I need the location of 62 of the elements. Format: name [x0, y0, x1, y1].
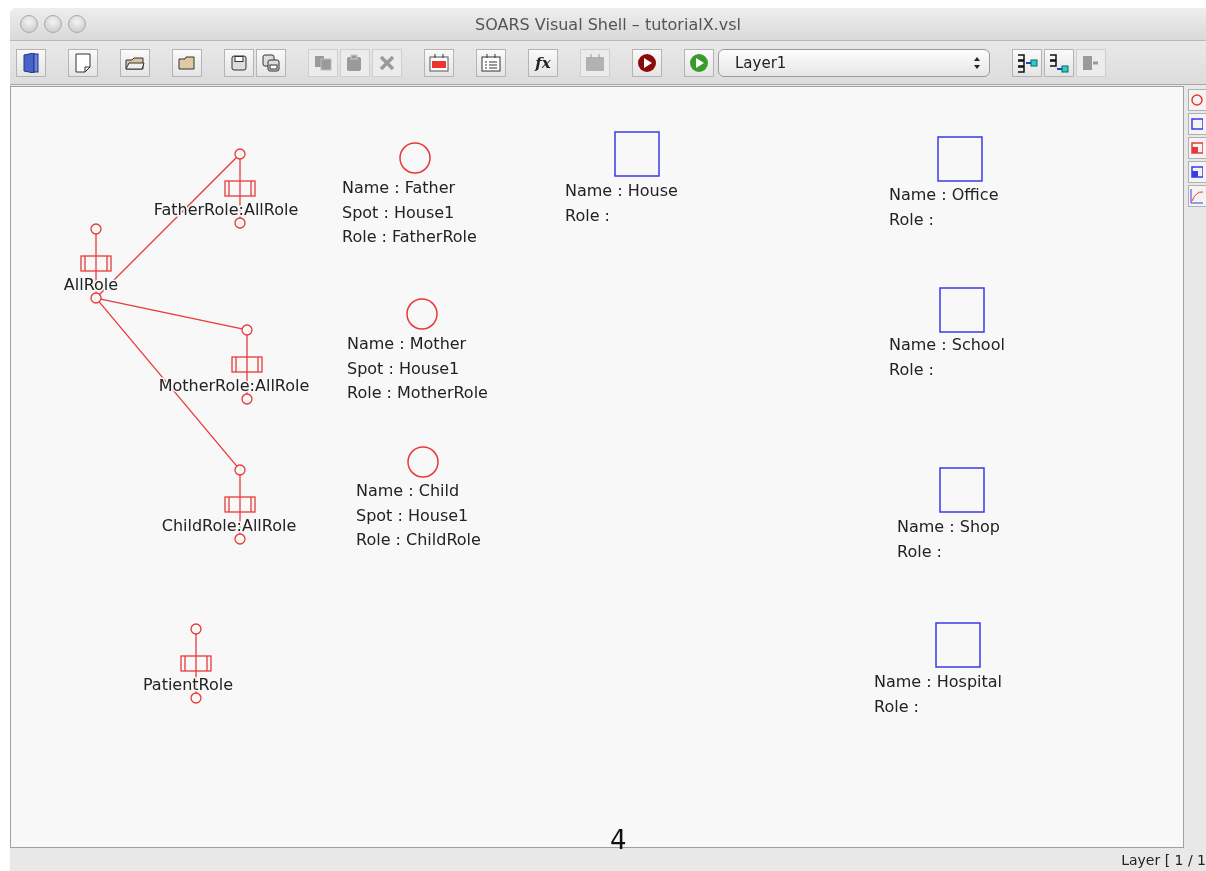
agent-node[interactable]	[406, 298, 438, 330]
calendar-icon	[429, 53, 449, 72]
circle-icon	[1189, 93, 1203, 107]
palette-button[interactable]	[1188, 89, 1206, 111]
play-circle-icon	[689, 52, 709, 73]
spot-label: Role :	[889, 359, 934, 379]
agent-label: Role : FatherRole	[342, 227, 477, 246]
spot-node[interactable]	[937, 136, 983, 182]
spot-node[interactable]	[935, 622, 981, 668]
agent-label: Name : Child	[356, 481, 460, 500]
folder-icon	[125, 55, 145, 70]
calendar-icon	[585, 53, 605, 72]
spot-label: Name : Office	[889, 185, 999, 204]
floppy-disks-icon	[262, 53, 280, 72]
palette-button[interactable]	[1188, 113, 1206, 135]
palette-button[interactable]	[1188, 161, 1206, 183]
spot-label: Role :	[897, 541, 942, 561]
role-icon	[1189, 141, 1203, 155]
toolbar-button[interactable]	[1012, 48, 1042, 77]
spot-label: Role :	[889, 209, 934, 229]
layer-select[interactable]: Layer1	[718, 48, 990, 77]
agent-label: Spot : House1	[356, 505, 469, 525]
play-circle-icon	[637, 52, 657, 73]
agent-label: Spot : House1	[342, 202, 455, 222]
page-number: 4	[610, 825, 627, 855]
toolbar-button[interactable]	[632, 48, 662, 77]
toolbar-button[interactable]	[120, 48, 150, 77]
clipboard-icon	[346, 53, 364, 72]
agent-label: Name : Mother	[347, 334, 467, 353]
curve-icon	[1189, 188, 1203, 204]
spot-node[interactable]	[939, 287, 985, 333]
function-button[interactable]: fx	[528, 48, 558, 77]
toolbar-button[interactable]	[224, 48, 254, 77]
spot-node[interactable]	[939, 467, 985, 513]
status-text: Layer [ 1 / 1	[1121, 852, 1206, 868]
spot-label: Name : School	[889, 335, 1005, 354]
list-icon	[481, 53, 501, 72]
layer-insert-icon	[1048, 52, 1070, 73]
folder-icon	[178, 55, 196, 70]
agent-label: Role : ChildRole	[356, 530, 481, 549]
spot-label: Role :	[565, 205, 610, 225]
agent-label: Name : Father	[342, 178, 456, 197]
agent-label: Spot : House1	[347, 358, 460, 378]
agent-node[interactable]	[407, 446, 439, 478]
updown-arrows-icon	[973, 55, 981, 70]
spot-label: Name : House	[565, 181, 678, 200]
agent-label: Role : MotherRole	[347, 383, 488, 402]
page-icon	[75, 52, 91, 73]
delete-icon	[379, 54, 395, 71]
toolbar-button[interactable]	[1044, 48, 1074, 77]
role-icon	[1189, 165, 1203, 179]
spot-label: Role :	[874, 696, 919, 716]
palette-button[interactable]	[1188, 137, 1206, 159]
spot-node[interactable]	[614, 131, 660, 177]
door-icon	[23, 52, 39, 73]
layer-add-icon	[1016, 52, 1038, 73]
spot-label: Name : Hospital	[874, 672, 1003, 691]
spot-label: Name : Shop	[897, 517, 1000, 536]
copy-icon	[314, 54, 332, 71]
window-title: SOARS Visual Shell – tutorialX.vsl	[475, 14, 741, 34]
toolbar-button[interactable]	[16, 48, 46, 77]
agent-node[interactable]	[399, 142, 431, 174]
